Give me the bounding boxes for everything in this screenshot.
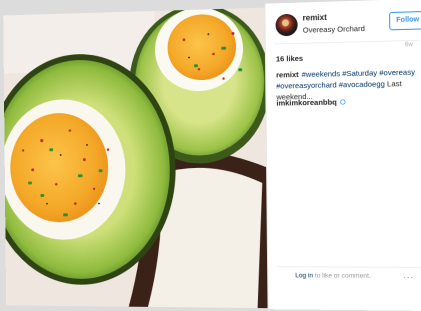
instagram-post-embed: remixt Overeasy Orchard Follow 6w 16 lik…: [9, 0, 421, 305]
post-location[interactable]: Overeasy Orchard: [303, 24, 365, 35]
like-count[interactable]: 16 likes: [276, 54, 303, 64]
post-age[interactable]: 6w: [405, 42, 413, 48]
comment-username[interactable]: imkimkoreanbbq: [276, 98, 337, 108]
hashtag-link[interactable]: #Saturday: [342, 68, 377, 78]
hashtag-link[interactable]: #avocadoegg: [339, 79, 385, 89]
avatar[interactable]: [275, 14, 297, 37]
hashtag-link[interactable]: #overeasyorchard: [276, 80, 337, 90]
follow-button[interactable]: Follow: [389, 11, 421, 30]
more-options-icon[interactable]: ...: [403, 270, 414, 280]
avocado-egg-image: [3, 8, 269, 309]
post-username[interactable]: remixt: [303, 13, 327, 23]
comment-text: O: [340, 97, 346, 106]
post-header: remixt Overeasy Orchard Follow: [275, 7, 418, 41]
login-prompt: Log in to like or comment.: [295, 272, 371, 280]
footer-divider: [276, 266, 421, 268]
login-link[interactable]: Log in: [295, 272, 313, 279]
post-caption: remixt#weekends #Saturday #overeasy #ove…: [276, 66, 419, 102]
post-side-panel: remixt Overeasy Orchard Follow 6w 16 lik…: [264, 0, 421, 311]
hashtag-link[interactable]: #overeasy: [379, 67, 415, 77]
post-photo: [3, 8, 269, 309]
caption-username[interactable]: remixt: [276, 70, 299, 80]
comment-row: imkimkoreanbbqO: [276, 97, 346, 107]
login-rest: to like or comment.: [313, 272, 371, 279]
hashtag-link[interactable]: #weekends: [302, 69, 340, 79]
